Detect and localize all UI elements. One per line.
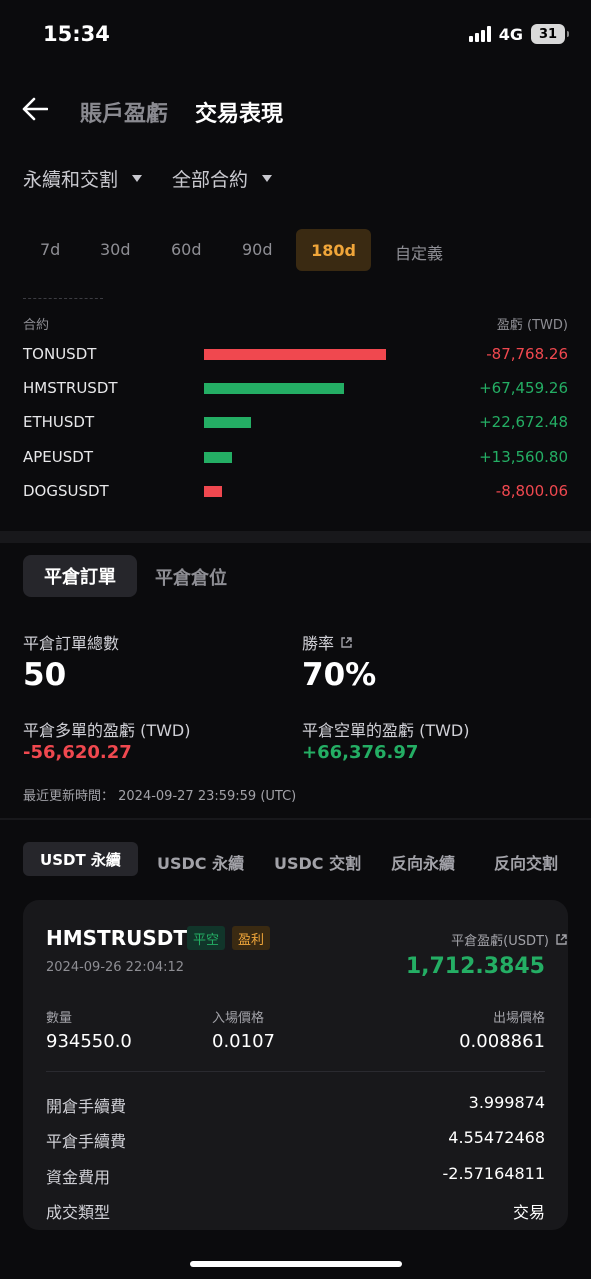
external-link-icon bbox=[341, 636, 352, 648]
entry-price-label: 入場價格 bbox=[212, 1011, 265, 1026]
order-symbol: HMSTRUSDT bbox=[46, 926, 187, 950]
pnl-row-value: +22,672.48 bbox=[479, 413, 568, 431]
tab-account-pnl[interactable]: 賬戶盈虧 bbox=[80, 96, 168, 128]
contract-scope-dropdown[interactable]: 全部合約 bbox=[172, 165, 273, 192]
closed-pnl-value: 1,712.3845 bbox=[405, 954, 545, 979]
pnl-row-symbol: DOGSUSDT bbox=[23, 482, 109, 500]
quantity-value: 934550.0 bbox=[46, 1031, 132, 1052]
column-header-pnl: 盈虧 (TWD) bbox=[496, 318, 568, 333]
long-pnl-value: -56,620.27 bbox=[23, 742, 132, 763]
pnl-bar bbox=[204, 417, 251, 428]
close-fee-value: 4.55472468 bbox=[448, 1128, 545, 1147]
pnl-row-value: +67,459.26 bbox=[479, 379, 568, 397]
battery-icon: 31 bbox=[531, 24, 569, 44]
trade-type-label: 成交類型 bbox=[46, 1203, 111, 1222]
network-label: 4G bbox=[498, 24, 523, 44]
tab-trading-performance[interactable]: 交易表現 bbox=[195, 96, 283, 128]
open-fee-value: 3.999874 bbox=[468, 1093, 545, 1112]
pnl-row-value: +13,560.80 bbox=[479, 448, 568, 466]
tab-closed-orders[interactable]: 平倉訂單 bbox=[23, 555, 137, 597]
period-90d[interactable]: 90d bbox=[242, 240, 273, 259]
pnl-bar bbox=[204, 486, 223, 497]
pnl-bar bbox=[204, 452, 233, 463]
long-pnl-label: 平倉多單的盈虧 (TWD) bbox=[23, 721, 191, 740]
period-7d[interactable]: 7d bbox=[40, 240, 60, 259]
pnl-row-value: -87,768.26 bbox=[486, 345, 568, 363]
contract-type-label: 永續和交割 bbox=[23, 169, 119, 191]
win-rate-value: 70% bbox=[302, 657, 377, 693]
result-badge: 盈利 bbox=[232, 926, 271, 950]
caret-down-icon bbox=[262, 175, 273, 182]
period-60d[interactable]: 60d bbox=[171, 240, 202, 259]
closed-pnl-label: 平倉盈虧(USDT) bbox=[451, 934, 549, 949]
total-orders-value: 50 bbox=[23, 657, 67, 693]
caret-down-icon bbox=[132, 175, 143, 182]
pnl-bar bbox=[204, 349, 386, 360]
period-180d[interactable]: 180d bbox=[296, 229, 371, 271]
external-link-icon bbox=[556, 934, 567, 945]
section-divider bbox=[0, 818, 591, 820]
pnl-bar bbox=[204, 383, 344, 394]
back-arrow-icon[interactable] bbox=[22, 96, 49, 122]
win-rate-link[interactable]: 勝率 bbox=[302, 630, 353, 654]
closed-pnl-link[interactable]: 平倉盈虧(USDT) bbox=[451, 930, 568, 949]
pnl-row-symbol: HMSTRUSDT bbox=[23, 379, 118, 397]
exit-price-value: 0.008861 bbox=[459, 1031, 545, 1052]
home-indicator[interactable] bbox=[190, 1261, 402, 1267]
side-badge: 平空 bbox=[187, 926, 226, 950]
pnl-row-value: -8,800.06 bbox=[495, 482, 568, 500]
column-header-symbol: 合約 bbox=[23, 318, 50, 333]
win-rate-label: 勝率 bbox=[302, 634, 335, 653]
trade-type-value: 交易 bbox=[512, 1203, 545, 1222]
signal-icon bbox=[468, 26, 491, 42]
short-pnl-value: +66,376.97 bbox=[302, 742, 419, 763]
tab-usdc-futures[interactable]: USDC 交割 bbox=[274, 850, 361, 874]
section-divider bbox=[0, 531, 591, 543]
last-updated: 最近更新時間： 2024-09-27 23:59:59 (UTC) bbox=[23, 789, 297, 804]
status-time: 15:34 bbox=[43, 22, 110, 46]
status-indicators: 4G 31 bbox=[468, 24, 569, 44]
pnl-row-symbol: ETHUSDT bbox=[23, 413, 95, 431]
short-pnl-label: 平倉空單的盈虧 (TWD) bbox=[302, 721, 470, 740]
card-divider bbox=[46, 1071, 545, 1072]
close-fee-label: 平倉手續費 bbox=[46, 1132, 127, 1151]
divider bbox=[23, 298, 103, 299]
pnl-row-symbol: APEUSDT bbox=[23, 448, 93, 466]
contract-scope-label: 全部合約 bbox=[172, 169, 249, 191]
funding-fee-label: 資金費用 bbox=[46, 1168, 111, 1187]
tab-inverse-perpetual[interactable]: 反向永續 bbox=[391, 850, 455, 874]
quantity-label: 數量 bbox=[46, 1011, 73, 1026]
funding-fee-value: -2.57164811 bbox=[442, 1164, 545, 1183]
tab-closed-positions[interactable]: 平倉倉位 bbox=[155, 564, 227, 590]
tab-usdt-perpetual[interactable]: USDT 永續 bbox=[23, 842, 138, 876]
contract-type-dropdown[interactable]: 永續和交割 bbox=[23, 165, 143, 192]
pnl-row-symbol: TONUSDT bbox=[23, 345, 97, 363]
period-30d[interactable]: 30d bbox=[100, 240, 131, 259]
tab-inverse-futures[interactable]: 反向交割 bbox=[494, 850, 558, 874]
period-custom[interactable]: 自定義 bbox=[395, 240, 443, 264]
entry-price-value: 0.0107 bbox=[212, 1031, 275, 1052]
open-fee-label: 開倉手續費 bbox=[46, 1097, 127, 1116]
total-orders-label: 平倉訂單總數 bbox=[23, 634, 120, 653]
tab-usdc-perpetual[interactable]: USDC 永續 bbox=[157, 850, 244, 874]
order-date: 2024-09-26 22:04:12 bbox=[46, 960, 185, 975]
exit-price-label: 出場價格 bbox=[492, 1011, 545, 1026]
